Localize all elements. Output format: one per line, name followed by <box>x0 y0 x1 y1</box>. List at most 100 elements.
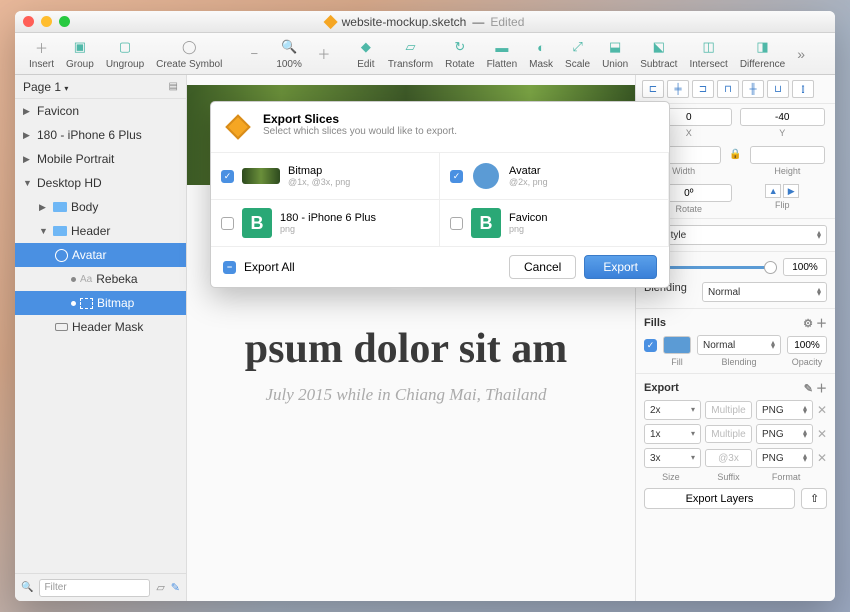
align-center-v-button[interactable]: ╫ <box>742 80 764 98</box>
slice-filter-icon[interactable]: ▱ <box>156 581 164 594</box>
minimize-icon[interactable] <box>41 16 52 27</box>
export-format-select[interactable]: PNG▴▾ <box>756 400 813 420</box>
fills-settings-icon[interactable]: ⚙ <box>803 318 813 330</box>
slice-item[interactable]: ✓ Bitmap@1x, @3x, png <box>211 153 440 200</box>
add-fill-button[interactable]: ＋ <box>816 318 827 330</box>
layer-item[interactable]: ▶Body <box>15 195 186 219</box>
layer-label: Favicon <box>37 104 79 118</box>
layer-label: 180 - iPhone 6 Plus <box>37 128 142 142</box>
layer-item[interactable]: Bitmap <box>15 291 186 315</box>
export-layers-button[interactable]: Export Layers <box>644 488 795 509</box>
insert-button[interactable]: ＋Insert <box>23 37 60 70</box>
layer-label: Mobile Portrait <box>37 152 114 166</box>
flatten-button[interactable]: ▬Flatten <box>481 37 524 70</box>
page-list-icon[interactable]: ▤ <box>169 81 178 92</box>
export-size-select[interactable]: 2x▾ <box>644 400 701 420</box>
export-size-select[interactable]: 1x▾ <box>644 424 701 444</box>
slice-desc: @2x, png <box>509 177 548 187</box>
cancel-button[interactable]: Cancel <box>509 255 576 279</box>
slice-item[interactable]: BFaviconpng <box>440 200 669 247</box>
layer-label: Rebeka <box>96 272 137 286</box>
export-format-select[interactable]: PNG▴▾ <box>756 448 813 468</box>
distribute-button[interactable]: ⫾ <box>792 80 814 98</box>
export-all-checkbox[interactable]: − <box>223 261 236 274</box>
align-top-button[interactable]: ⊓ <box>717 80 739 98</box>
share-button[interactable]: ⇧ <box>801 488 827 509</box>
layer-item[interactable]: ▼Desktop HD <box>15 171 186 195</box>
fill-checkbox[interactable]: ✓ <box>644 339 657 352</box>
fill-opacity-input[interactable] <box>787 336 827 354</box>
blending-select[interactable]: Normal▴▾ <box>702 282 827 302</box>
slice-desc: @1x, @3x, png <box>288 177 350 187</box>
layer-item[interactable]: AaRebeka <box>15 267 186 291</box>
slice-checkbox[interactable] <box>221 217 234 230</box>
align-bottom-button[interactable]: ⊔ <box>767 80 789 98</box>
edit-filter-icon[interactable]: ✎ <box>171 581 180 594</box>
zoom-level[interactable]: 🔍100% <box>270 37 308 70</box>
difference-button[interactable]: ◨Difference <box>734 37 791 70</box>
transform-button[interactable]: ▱Transform <box>382 37 439 70</box>
export-button[interactable]: Export <box>584 255 657 279</box>
zoom-in-button[interactable]: ＋ <box>308 44 340 64</box>
align-center-h-button[interactable]: ╪ <box>667 80 689 98</box>
document-title: website-mockup.sketch <box>342 15 467 29</box>
export-suffix-input[interactable] <box>705 425 752 443</box>
remove-export-icon[interactable]: ✕ <box>817 451 827 465</box>
export-suffix-input[interactable] <box>705 449 752 467</box>
add-export-button[interactable]: ＋ <box>816 383 827 395</box>
edit-button[interactable]: ◆Edit <box>350 37 382 70</box>
remove-export-icon[interactable]: ✕ <box>817 427 827 441</box>
slice-desc: png <box>509 224 548 234</box>
union-button[interactable]: ⬓Union <box>596 37 634 70</box>
more-icon[interactable]: » <box>791 46 811 62</box>
layer-item[interactable]: ▶180 - iPhone 6 Plus <box>15 123 186 147</box>
remove-export-icon[interactable]: ✕ <box>817 403 827 417</box>
slice-checkbox[interactable]: ✓ <box>450 170 463 183</box>
export-suffix-input[interactable] <box>705 401 752 419</box>
fill-blend-select[interactable]: Normal▴▾ <box>697 335 781 355</box>
fill-swatch[interactable] <box>663 336 691 354</box>
shared-style-select[interactable]: ed Style▴▾ <box>644 225 827 245</box>
subtract-button[interactable]: ⬕Subtract <box>634 37 683 70</box>
layers-panel: Page 1 ▾ ▤ ▶Favicon▶180 - iPhone 6 Plus▶… <box>15 75 187 601</box>
lock-icon[interactable]: 🔒 <box>729 149 741 160</box>
height-input[interactable] <box>750 146 825 164</box>
toolbar: ＋Insert ▣Group ▢Ungroup ◯Create Symbol −… <box>15 33 835 75</box>
slice-checkbox[interactable] <box>450 217 463 230</box>
slice-checkbox[interactable]: ✓ <box>221 170 234 183</box>
layer-item[interactable]: Avatar <box>15 243 186 267</box>
close-icon[interactable] <box>23 16 34 27</box>
zoom-out-button[interactable]: − <box>238 44 270 64</box>
opacity-input[interactable] <box>783 258 827 276</box>
mask-icon <box>55 323 68 331</box>
align-right-button[interactable]: ⊐ <box>692 80 714 98</box>
filter-input[interactable]: Filter <box>39 579 150 597</box>
layer-item[interactable]: ▼Header <box>15 219 186 243</box>
slice-item[interactable]: ✓Avatar@2x, png <box>440 153 669 200</box>
layer-item[interactable]: ▶Favicon <box>15 99 186 123</box>
group-button[interactable]: ▣Group <box>60 37 100 70</box>
scale-button[interactable]: ⤢Scale <box>559 37 596 70</box>
maximize-icon[interactable] <box>59 16 70 27</box>
app-window: website-mockup.sketch — Edited ＋Insert ▣… <box>15 11 835 601</box>
intersect-button[interactable]: ◫Intersect <box>683 37 733 70</box>
mask-button[interactable]: ◐Mask <box>523 37 559 70</box>
layer-item[interactable]: ▶Mobile Portrait <box>15 147 186 171</box>
page-heading: psum dolor sit am <box>187 325 635 373</box>
export-size-select[interactable]: 3x▾ <box>644 448 701 468</box>
export-all-label: Export All <box>244 260 295 274</box>
export-edit-icon[interactable]: ✎ <box>804 383 813 395</box>
layer-item[interactable]: Header Mask <box>15 315 186 339</box>
export-format-select[interactable]: PNG▴▾ <box>756 424 813 444</box>
y-input[interactable] <box>740 108 826 126</box>
slice-name: Bitmap <box>288 165 350 177</box>
flip-buttons[interactable]: ▲▶ <box>765 184 799 198</box>
titlebar: website-mockup.sketch — Edited <box>15 11 835 33</box>
slice-item[interactable]: B180 - iPhone 6 Pluspng <box>211 200 440 247</box>
rotate-button[interactable]: ↻Rotate <box>439 37 480 70</box>
page-selector[interactable]: Page 1 ▾ ▤ <box>15 75 186 99</box>
fills-header: Fills <box>644 317 666 329</box>
align-left-button[interactable]: ⊏ <box>642 80 664 98</box>
ungroup-button[interactable]: ▢Ungroup <box>100 37 150 70</box>
create-symbol-button[interactable]: ◯Create Symbol <box>150 37 228 70</box>
